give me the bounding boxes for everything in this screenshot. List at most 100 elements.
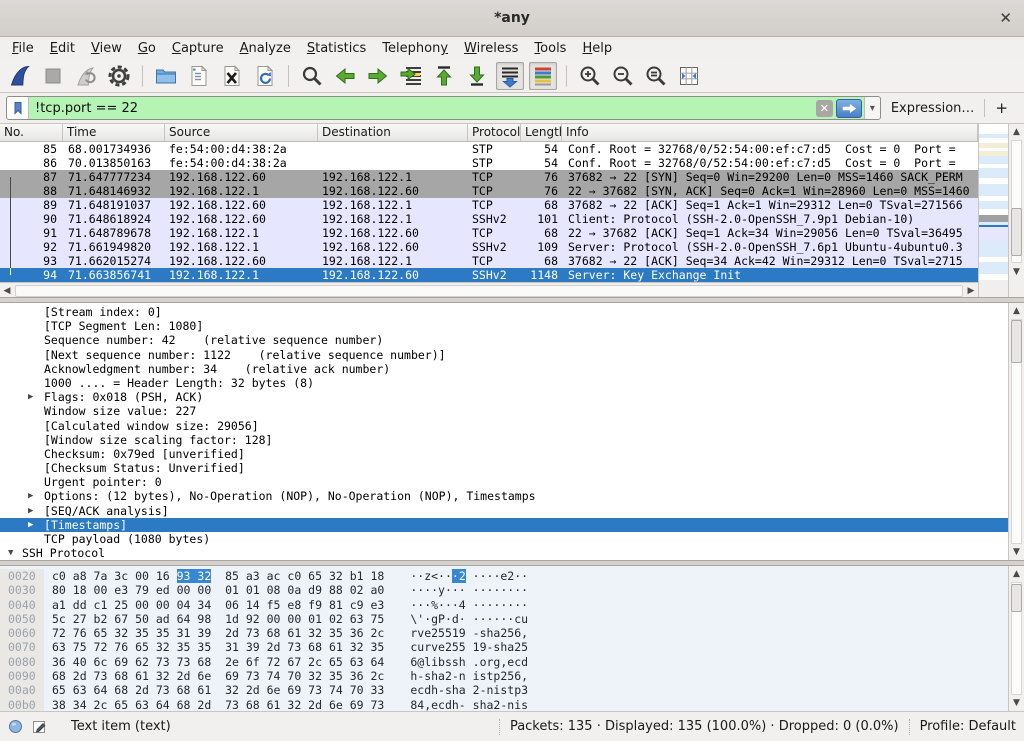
packet-list-hscrollbar[interactable]: ◀ ▶ [0,282,978,297]
close-file-button[interactable] [218,62,246,90]
detail-line[interactable]: [Calculated window size: 29056] [0,419,1008,433]
status-profile[interactable]: Profile: Default [920,719,1016,734]
capture-options-gear-button[interactable] [105,62,133,90]
resize-columns-button[interactable] [675,62,703,90]
capture-comment-icon[interactable] [32,719,48,735]
detail-line[interactable]: Sequence number: 42 (relative sequence n… [0,333,1008,347]
detail-line[interactable]: Acknowledgment number: 34 (relative ack … [0,362,1008,376]
zoom-out-button[interactable] [609,62,637,90]
filter-apply-button[interactable] [836,99,862,118]
details-vscrollbar[interactable]: ▲ ▼ [1008,303,1024,560]
display-filter-field[interactable]: ✕ ▾ [6,96,881,120]
detail-line[interactable]: [Next sequence number: 1122 (relative se… [0,348,1008,362]
save-file-button[interactable] [185,62,213,90]
detail-line[interactable]: [Stream index: 0] [0,305,1008,319]
scroll-up-icon[interactable]: ▲ [1009,566,1024,582]
detail-line[interactable]: ▶[SEQ/ACK analysis] [0,504,1008,518]
column-header-source[interactable]: Source [165,124,318,141]
hscroll-track[interactable] [15,285,963,297]
packet-row[interactable]: 8771.647777234192.168.122.60192.168.122.… [0,170,978,184]
hex-row[interactable]: 007063 75 72 76 65 32 35 35 31 39 2d 73 … [0,640,1008,654]
hex-row[interactable]: 0020c0 a8 7a 3c 00 16 93 32 85 a3 ac c0 … [0,569,1008,583]
restart-capture-button[interactable] [72,62,100,90]
scroll-down-icon[interactable]: ▼ [1009,695,1024,711]
detail-line[interactable]: [Window size scaling factor: 128] [0,433,1008,447]
menu-item-go[interactable]: Go [130,39,164,58]
packet-row[interactable]: 8871.648146932192.168.122.1192.168.122.6… [0,184,978,198]
find-packet-button[interactable] [298,62,326,90]
detail-line[interactable]: ▶Options: (12 bytes), No-Operation (NOP)… [0,489,1008,503]
expert-info-icon[interactable] [8,719,23,734]
detail-line[interactable]: ▼SSH Protocol [0,546,1008,560]
colorize-button[interactable] [529,62,557,90]
stop-capture-button[interactable] [39,62,67,90]
menu-item-file[interactable]: File [4,39,42,58]
detail-line[interactable]: Urgent pointer: 0 [0,475,1008,489]
detail-line[interactable]: TCP payload (1080 bytes) [0,532,1008,546]
detail-line[interactable]: [Checksum Status: Unverified] [0,461,1008,475]
hex-row[interactable]: 006072 76 65 32 35 35 31 39 2d 73 68 61 … [0,626,1008,640]
open-file-folder-button[interactable] [152,62,180,90]
expand-arrow-icon[interactable]: ▶ [28,504,33,518]
scroll-down-icon[interactable]: ▼ [1009,264,1024,280]
hex-row[interactable]: 00505c 27 b2 67 50 ad 64 98 1d 92 00 00 … [0,612,1008,626]
detail-line[interactable]: ▶Flags: 0x018 (PSH, ACK) [0,390,1008,404]
menu-item-telephony[interactable]: Telephony [374,39,456,58]
column-header-info[interactable]: Info [562,124,978,141]
display-filter-input[interactable] [29,101,816,116]
expression-button[interactable]: Expression… [881,101,985,116]
collapse-arrow-icon[interactable]: ▼ [8,546,13,560]
vscroll-thumb[interactable] [1011,584,1022,612]
column-header-protocol[interactable]: Protocol [468,124,521,141]
packet-row[interactable]: 9171.648789678192.168.122.1192.168.122.6… [0,226,978,240]
menu-item-wireless[interactable]: Wireless [456,39,526,58]
vscroll-thumb[interactable] [1011,208,1022,256]
packet-row[interactable]: 9271.661949820192.168.122.1192.168.122.6… [0,240,978,254]
vscroll-thumb[interactable] [1011,320,1022,363]
hex-row[interactable]: 008036 40 6c 69 62 73 73 68 2e 6f 72 67 … [0,655,1008,669]
expand-arrow-icon[interactable]: ▶ [28,489,33,503]
zoom-in-button[interactable] [576,62,604,90]
filter-bookmark-button[interactable] [7,97,29,119]
intelligent-scrollbar-minimap[interactable] [978,124,1008,297]
packet-row[interactable]: 9471.663856741192.168.122.1192.168.122.6… [0,268,978,282]
scroll-up-icon[interactable]: ▲ [1009,303,1024,319]
detail-line[interactable]: ▶[Timestamps] [0,518,1008,532]
column-header-destination[interactable]: Destination [318,124,468,141]
go-last-packet-button[interactable] [463,62,491,90]
detail-line[interactable]: [TCP Segment Len: 1080] [0,319,1008,333]
menu-item-tools[interactable]: Tools [526,39,574,58]
go-forward-button[interactable] [364,62,392,90]
menu-item-help[interactable]: Help [574,39,620,58]
column-header-time[interactable]: Time [63,124,165,141]
go-to-packet-button[interactable] [397,62,425,90]
filter-clear-icon[interactable]: ✕ [816,100,833,117]
menu-item-statistics[interactable]: Statistics [299,39,374,58]
packet-row[interactable]: 8568.001734936fe:54:00:d4:38:2aSTP54Conf… [0,142,978,156]
packet-row[interactable]: 8670.013850163fe:54:00:d4:38:2aSTP54Conf… [0,156,978,170]
column-header-length[interactable]: Length [521,124,562,141]
packet-row[interactable]: 8971.648191037192.168.122.60192.168.122.… [0,198,978,212]
expand-arrow-icon[interactable]: ▶ [28,390,33,404]
detail-line[interactable]: 1000 .... = Header Length: 32 bytes (8) [0,376,1008,390]
zoom-reset-button[interactable] [642,62,670,90]
menu-item-view[interactable]: View [83,39,130,58]
packet-row[interactable]: 9071.648618924192.168.122.60192.168.122.… [0,212,978,226]
window-close-icon[interactable]: ✕ [999,9,1012,27]
scroll-left-icon[interactable]: ◀ [0,284,14,298]
detail-line[interactable]: Checksum: 0x79ed [unverified] [0,447,1008,461]
auto-scroll-button[interactable] [496,62,524,90]
bytes-vscrollbar[interactable]: ▲ ▼ [1008,566,1024,711]
hex-row[interactable]: 00b038 34 2c 65 63 64 68 2d 73 68 61 32 … [0,698,1008,711]
add-filter-button[interactable]: + [985,99,1018,117]
menu-item-edit[interactable]: Edit [42,39,83,58]
expand-arrow-icon[interactable]: ▶ [28,518,33,532]
scroll-up-icon[interactable]: ▲ [1009,124,1024,140]
hex-row[interactable]: 0040a1 dd c1 25 00 00 04 34 06 14 f5 e8 … [0,598,1008,612]
hex-row[interactable]: 003080 18 00 e3 79 ed 00 00 01 01 08 0a … [0,583,1008,597]
go-back-button[interactable] [331,62,359,90]
menu-item-analyze[interactable]: Analyze [232,39,299,58]
filter-history-caret-icon[interactable]: ▾ [864,97,880,119]
detail-line[interactable]: Window size value: 227 [0,404,1008,418]
reload-file-button[interactable] [251,62,279,90]
